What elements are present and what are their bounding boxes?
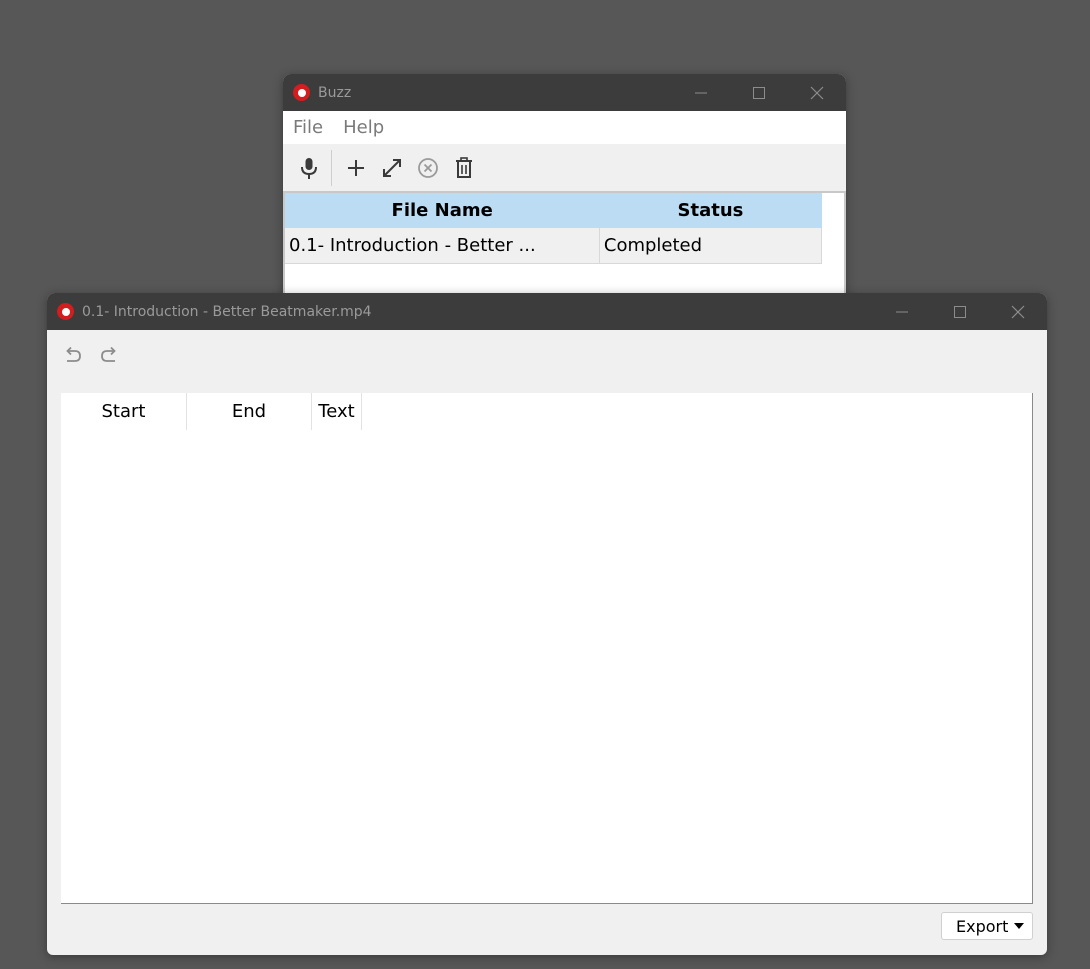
- minimize-icon: [695, 92, 707, 93]
- dropdown-caret-icon: [1014, 923, 1024, 929]
- maximize-icon: [954, 305, 966, 318]
- minimize-icon: [896, 311, 908, 312]
- close-icon: [810, 86, 824, 99]
- menu-help[interactable]: Help: [343, 117, 384, 138]
- transcript-table-header: Start End Text: [61, 393, 1032, 430]
- add-file-button[interactable]: [338, 150, 374, 186]
- main-toolbar: [283, 144, 846, 192]
- undo-icon: [66, 346, 81, 362]
- redo-button[interactable]: [91, 337, 127, 373]
- column-header-text[interactable]: Text: [312, 393, 362, 430]
- app-logo-icon: [293, 84, 310, 101]
- plus-icon: [348, 159, 364, 176]
- trash-icon: [456, 156, 472, 178]
- column-header-file-name[interactable]: File Name: [285, 193, 600, 228]
- redo-icon: [101, 346, 116, 362]
- close-button[interactable]: [989, 293, 1047, 330]
- close-icon: [1011, 305, 1025, 318]
- column-header-end[interactable]: End: [187, 393, 312, 430]
- record-button[interactable]: [291, 150, 327, 186]
- main-titlebar[interactable]: Buzz: [283, 74, 846, 111]
- toolbar-separator: [331, 149, 332, 186]
- transcript-window-title: 0.1- Introduction - Better Beatmaker.mp4: [82, 303, 372, 320]
- delete-task-button[interactable]: [446, 150, 482, 186]
- buzz-main-window: Buzz File Help File Name Status 0.1- Int…: [283, 74, 846, 314]
- column-header-start[interactable]: Start: [61, 393, 187, 430]
- transcript-window: 0.1- Introduction - Better Beatmaker.mp4: [47, 293, 1047, 955]
- cancel-task-button[interactable]: [410, 150, 446, 186]
- column-header-status[interactable]: Status: [599, 193, 822, 228]
- table-row[interactable]: 0.1- Introduction - Better ... Completed: [285, 228, 823, 264]
- app-logo-icon: [57, 303, 74, 320]
- minimize-button[interactable]: [873, 293, 931, 330]
- open-transcript-button[interactable]: [374, 150, 410, 186]
- maximize-button[interactable]: [931, 293, 989, 330]
- main-window-title: Buzz: [318, 84, 352, 101]
- tasks-table: File Name Status 0.1- Introduction - Bet…: [285, 193, 823, 264]
- export-label: Export: [956, 916, 1009, 936]
- transcript-table: Start End Text: [61, 393, 1033, 904]
- microphone-icon: [301, 157, 317, 179]
- maximize-button[interactable]: [730, 74, 788, 111]
- cancel-icon: [418, 157, 438, 178]
- expand-icon: [383, 158, 401, 177]
- minimize-button[interactable]: [672, 74, 730, 111]
- menu-file[interactable]: File: [293, 117, 323, 138]
- task-file-name[interactable]: 0.1- Introduction - Better ...: [285, 228, 600, 264]
- close-button[interactable]: [788, 74, 846, 111]
- export-button[interactable]: Export: [941, 912, 1033, 940]
- task-status[interactable]: Completed: [599, 228, 823, 264]
- undo-button[interactable]: [55, 337, 91, 373]
- transcript-titlebar[interactable]: 0.1- Introduction - Better Beatmaker.mp4: [47, 293, 1047, 330]
- transcript-toolbar: [47, 330, 1047, 380]
- menu-bar: File Help: [283, 111, 846, 144]
- maximize-icon: [753, 86, 765, 99]
